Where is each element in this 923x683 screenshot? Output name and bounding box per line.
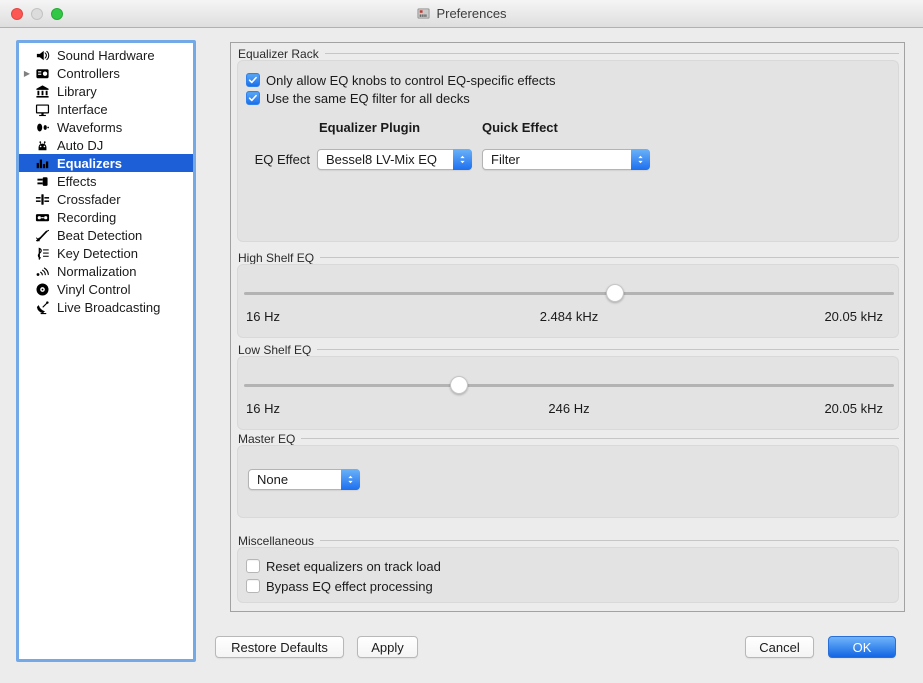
equalizer-plugin-select[interactable]: Bessel8 LV-Mix EQ xyxy=(317,149,472,170)
sidebar-item-key-detection[interactable]: ▶ Key Detection xyxy=(19,244,193,262)
low-shelf-slider[interactable] xyxy=(244,376,894,394)
slider-track[interactable] xyxy=(244,384,894,387)
sidebar-item-library[interactable]: ▶ Library xyxy=(19,82,193,100)
checkbox-label: Reset equalizers on track load xyxy=(266,559,441,574)
sidebar-item-waveforms[interactable]: ▶ Waveforms xyxy=(19,118,193,136)
equalizer-rack-checkbox-1[interactable] xyxy=(246,91,260,105)
checkbox-label: Bypass EQ effect processing xyxy=(266,579,433,594)
miscellaneous-checkbox-1[interactable] xyxy=(246,579,260,593)
high-shelf-section: High Shelf EQ 16 Hz 2.484 kHz 20.05 kHz xyxy=(237,249,899,338)
ok-button[interactable]: OK xyxy=(828,636,896,658)
equalizer-plugin-header: Equalizer Plugin xyxy=(319,120,420,135)
sidebar-item-crossfader[interactable]: ▶ Crossfader xyxy=(19,190,193,208)
master-eq-section: Master EQ None xyxy=(237,430,899,518)
equalizer-rack-box: Only allow EQ knobs to control EQ-specif… xyxy=(237,60,899,242)
disclosure-triangle-icon[interactable]: ▶ xyxy=(19,69,35,78)
low-shelf-section: Low Shelf EQ 16 Hz 246 Hz 20.05 kHz xyxy=(237,341,899,430)
restore-defaults-button[interactable]: Restore Defaults xyxy=(215,636,344,658)
miscellaneous-checkbox-0[interactable] xyxy=(246,559,260,573)
slider-handle[interactable] xyxy=(606,284,624,302)
cancel-button[interactable]: Cancel xyxy=(745,636,814,658)
speaker-icon xyxy=(35,48,51,63)
sidebar-item-auto-dj[interactable]: ▶ Auto DJ xyxy=(19,136,193,154)
chevron-updown-icon xyxy=(341,469,360,490)
miscellaneous-box: Reset equalizers on track load Bypass EQ… xyxy=(237,547,899,603)
sidebar-item-interface[interactable]: ▶ Interface xyxy=(19,100,193,118)
crossfader-icon xyxy=(35,192,51,207)
master-eq-box: None xyxy=(237,445,899,518)
low-shelf-max: 20.05 kHz xyxy=(824,401,883,416)
slider-handle[interactable] xyxy=(450,376,468,394)
titlebar: Preferences xyxy=(0,0,923,28)
preferences-category-list: ▶ Sound Hardware ▶ Controllers ▶ Library… xyxy=(16,40,196,662)
vinyl-icon xyxy=(35,282,51,297)
equalizer-rack-section: Equalizer Rack Only allow EQ knobs to co… xyxy=(237,45,899,242)
app-icon xyxy=(416,6,431,21)
checkbox-label: Use the same EQ filter for all decks xyxy=(266,91,470,106)
satellite-icon xyxy=(35,300,51,315)
sidebar-item-equalizers[interactable]: ▶ Equalizers xyxy=(19,154,193,172)
apply-button[interactable]: Apply xyxy=(357,636,418,658)
groupbox-line xyxy=(237,349,899,350)
sidebar-item-beat-detection[interactable]: ▶ Beat Detection xyxy=(19,226,193,244)
equalizer-rack-checkbox-0[interactable] xyxy=(246,73,260,87)
groupbox-line xyxy=(237,53,899,54)
sidebar-item-recording[interactable]: ▶ Recording xyxy=(19,208,193,226)
miscellaneous-section: Miscellaneous Reset equalizers on track … xyxy=(237,532,899,603)
clef-icon xyxy=(35,246,51,261)
slider-track[interactable] xyxy=(244,292,894,295)
sidebar-item-effects[interactable]: ▶ Effects xyxy=(19,172,193,190)
quick-effect-select[interactable]: Filter xyxy=(482,149,650,170)
whip-icon xyxy=(35,228,51,243)
groupbox-line xyxy=(237,540,899,541)
master-eq-select[interactable]: None xyxy=(248,469,360,490)
groupbox-line xyxy=(237,257,899,258)
equalizer-bars-icon xyxy=(35,156,51,171)
soundwave-icon xyxy=(35,264,51,279)
quick-effect-value: Filter xyxy=(483,152,631,167)
waveform-icon xyxy=(35,120,51,135)
checkbox-label: Only allow EQ knobs to control EQ-specif… xyxy=(266,73,556,88)
groupbox-line xyxy=(237,438,899,439)
robot-icon xyxy=(35,138,51,153)
high-shelf-box: 16 Hz 2.484 kHz 20.05 kHz xyxy=(237,264,899,338)
sidebar-item-sound-hardware[interactable]: ▶ Sound Hardware xyxy=(19,46,193,64)
window-title: Preferences xyxy=(436,6,506,21)
title-area: Preferences xyxy=(0,0,923,27)
high-shelf-max: 20.05 kHz xyxy=(824,309,883,324)
chevron-updown-icon xyxy=(631,149,650,170)
high-shelf-value: 2.484 kHz xyxy=(238,309,900,324)
library-icon xyxy=(35,84,51,99)
high-shelf-slider[interactable] xyxy=(244,284,894,302)
sidebar-item-live-broadcasting[interactable]: ▶ Live Broadcasting xyxy=(19,298,193,316)
content-panel: Equalizer Rack Only allow EQ knobs to co… xyxy=(230,42,905,612)
master-eq-value: None xyxy=(249,472,341,487)
controller-icon xyxy=(35,66,51,81)
sidebar-item-vinyl-control[interactable]: ▶ Vinyl Control xyxy=(19,280,193,298)
cassette-icon xyxy=(35,210,51,225)
sidebar-item-normalization[interactable]: ▶ Normalization xyxy=(19,262,193,280)
plug-icon xyxy=(35,174,51,189)
eq-effect-label: EQ Effect xyxy=(252,152,310,167)
sidebar-item-controllers[interactable]: ▶ Controllers xyxy=(19,64,193,82)
monitor-icon xyxy=(35,102,51,117)
quick-effect-header: Quick Effect xyxy=(482,120,558,135)
equalizer-plugin-value: Bessel8 LV-Mix EQ xyxy=(318,152,453,167)
low-shelf-value: 246 Hz xyxy=(238,401,900,416)
low-shelf-box: 16 Hz 246 Hz 20.05 kHz xyxy=(237,356,899,430)
chevron-updown-icon xyxy=(453,149,472,170)
